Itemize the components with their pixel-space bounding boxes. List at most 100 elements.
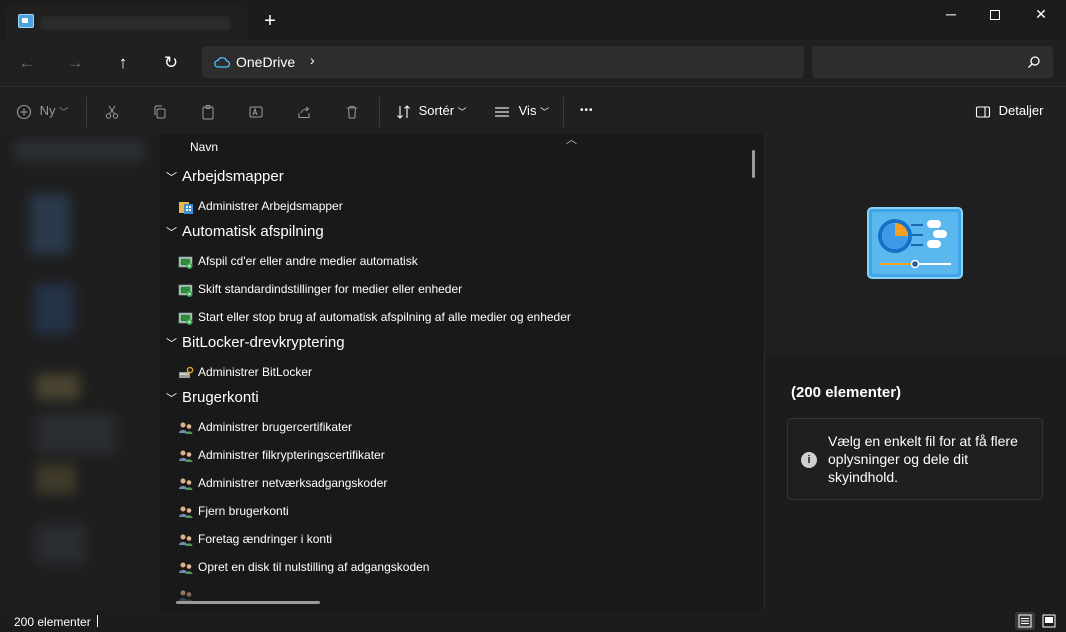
nav-blurred-item (36, 464, 76, 494)
refresh-button[interactable]: ↻ (158, 51, 184, 75)
details-view-icon (1018, 614, 1032, 628)
list-item-label: Administrer Arbejdsmapper (198, 199, 343, 213)
list-item[interactable]: Foretag ændringer i konti (178, 530, 332, 552)
new-button-label: Ny (39, 103, 56, 118)
command-bar: Ny ﹀ Sortér ﹀ Vis ﹀ ••• Detaljer (0, 86, 1066, 134)
nav-blurred-item (30, 194, 70, 254)
navigation-pane[interactable] (0, 134, 160, 610)
list-item[interactable]: Afspil cd'er eller andre medier automati… (178, 252, 418, 274)
more-options-button[interactable]: ••• (580, 99, 594, 123)
share-icon (298, 106, 310, 118)
divider (86, 97, 87, 127)
chevron-down-icon: ﹀ (457, 107, 467, 117)
status-bar: 200 elementer (0, 610, 1066, 632)
divider (379, 97, 380, 127)
view-button[interactable]: Vis ﹀ (494, 99, 549, 123)
nav-blurred-item (36, 374, 80, 400)
up-button[interactable]: ↑ (110, 51, 136, 75)
group-header-arbejdsmapper[interactable]: ﹀ Arbejdsmapper (166, 168, 284, 190)
list-item[interactable]: Administrer BitLocker (178, 363, 312, 385)
address-location[interactable]: OneDrive (236, 54, 295, 70)
back-button[interactable]: ← (14, 51, 40, 75)
list-item-label: Skift standardindstillinger for medier e… (198, 282, 463, 296)
users-icon (178, 420, 194, 436)
list-item[interactable]: Opret en disk til nulstilling af adgangs… (178, 558, 429, 580)
forward-button[interactable]: → (62, 51, 88, 75)
copy-button[interactable] (152, 99, 168, 123)
users-icon (178, 560, 194, 576)
address-row: ← → ↑ ↻ OneDrive › (0, 40, 1066, 86)
list-item[interactable]: Administrer brugercertifikater (178, 418, 352, 440)
minimize-button[interactable]: ─ (928, 0, 974, 32)
list-item[interactable]: Administrer netværksadgangskoder (178, 474, 387, 496)
sort-ascending-icon: ︿ (566, 134, 577, 146)
details-button[interactable]: Detaljer (975, 99, 1043, 123)
rename-icon (249, 106, 263, 118)
view-list-icon (495, 107, 509, 117)
list-item-label: Start eller stop brug af automatisk afsp… (198, 310, 571, 324)
sort-icon (397, 104, 410, 119)
column-header-name[interactable]: Navn (190, 140, 218, 154)
large-icons-view-button[interactable] (1039, 612, 1059, 630)
add-circle-icon (16, 104, 32, 119)
info-icon: i (801, 452, 817, 468)
list-item[interactable]: Fjern brugerkonti (178, 502, 289, 524)
rename-button[interactable] (248, 99, 264, 123)
group-header-bitlocker[interactable]: ﹀ BitLocker-drevkryptering (166, 334, 345, 356)
chevron-down-icon: ﹀ (166, 393, 177, 406)
maximize-button[interactable] (972, 0, 1018, 32)
divider (563, 97, 564, 127)
users-icon (178, 448, 194, 464)
workfolders-icon (178, 199, 194, 215)
control-panel-icon (867, 207, 963, 279)
list-item[interactable]: Administrer filkrypteringscertifikater (178, 446, 385, 468)
horizontal-scrollbar[interactable] (176, 601, 320, 604)
address-bar[interactable]: OneDrive › (202, 46, 804, 78)
delete-button[interactable] (344, 99, 360, 123)
details-pane: (200 elementer) i Vælg en enkelt fil for… (764, 134, 1066, 610)
close-button[interactable]: ✕ (1018, 0, 1064, 32)
list-item-label: Administrer netværksadgangskoder (198, 476, 388, 490)
search-icon (1028, 56, 1040, 68)
details-view-button[interactable] (1015, 612, 1035, 630)
vertical-scrollbar[interactable] (752, 150, 755, 178)
group-header-automatisk-afspilning[interactable]: ﹀ Automatisk afspilning (166, 223, 324, 245)
nav-blurred-item (36, 524, 86, 564)
address-chevron-icon[interactable]: › (310, 52, 315, 68)
search-input[interactable] (812, 46, 1053, 78)
users-icon (178, 504, 194, 520)
details-item-count: (200 elementer) (791, 384, 902, 401)
nav-blurred-item (36, 414, 116, 454)
chevron-down-icon: ﹀ (59, 107, 69, 117)
details-info: (200 elementer) i Vælg en enkelt fil for… (765, 356, 1066, 610)
group-title: Arbejdsmapper (182, 168, 284, 185)
paste-button[interactable] (200, 99, 216, 123)
nav-blurred-item (14, 140, 144, 162)
group-header-brugerkonti[interactable]: ﹀ Brugerkonti (166, 389, 259, 411)
chevron-down-icon: ﹀ (540, 107, 550, 117)
copy-icon (154, 105, 166, 119)
users-icon (178, 476, 194, 492)
info-message-box: i Vælg en enkelt fil for at få flere opl… (787, 418, 1043, 500)
list-item-label: Opret en disk til nulstilling af adgangs… (198, 560, 430, 574)
cloud-icon (214, 57, 230, 68)
share-button[interactable] (296, 99, 312, 123)
list-item-label: Afspil cd'er eller andre medier automati… (198, 254, 418, 268)
list-item-label: Fjern brugerkonti (198, 504, 289, 518)
window-tab[interactable] (6, 6, 248, 40)
title-bar: + ─ ✕ (0, 0, 1066, 40)
trash-icon (347, 105, 357, 119)
new-button[interactable]: Ny ﹀ (16, 99, 68, 123)
file-list[interactable]: ︿ Navn ﹀ Arbejdsmapper Administrer Arbejd… (160, 134, 764, 610)
new-tab-button[interactable]: + (258, 10, 282, 34)
scissors-icon (105, 105, 119, 119)
list-item[interactable]: Start eller stop brug af automatisk afsp… (178, 308, 571, 330)
autoplay-icon (178, 310, 194, 326)
list-item[interactable]: Administrer Arbejdsmapper (178, 197, 343, 219)
list-item[interactable]: Skift standardindstillinger for medier e… (178, 280, 462, 302)
autoplay-icon (178, 254, 194, 270)
sort-button[interactable]: Sortér ﹀ (396, 99, 467, 123)
status-item-count: 200 elementer (14, 615, 91, 629)
cut-button[interactable] (104, 99, 120, 123)
autoplay-icon (178, 282, 194, 298)
